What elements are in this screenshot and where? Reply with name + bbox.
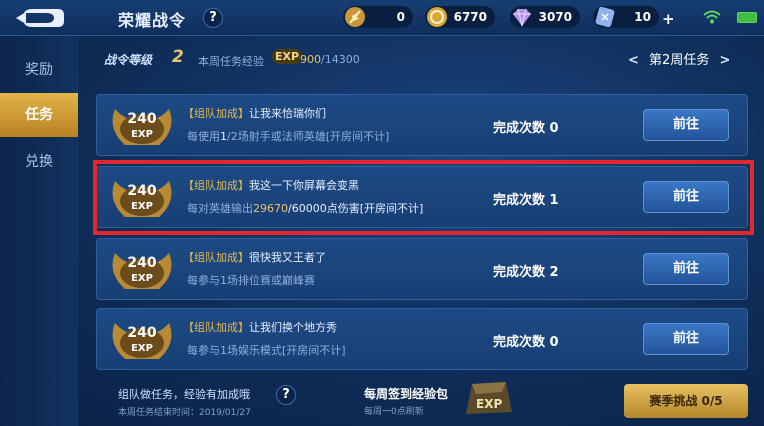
exp-pack-icon[interactable]: EXP bbox=[462, 378, 516, 420]
pass-level-label: 战令等级 bbox=[104, 53, 153, 67]
pass-level: 2 bbox=[172, 47, 184, 67]
help-icon[interactable]: ? bbox=[203, 8, 223, 28]
wifi-icon bbox=[703, 10, 721, 24]
exp-reward-badge: 240 EXP bbox=[107, 313, 177, 367]
sidebar: 奖励 任务 兑换 bbox=[0, 36, 78, 426]
gold-currency: 6770 bbox=[425, 6, 495, 28]
diamond-icon bbox=[513, 8, 531, 27]
help-icon[interactable]: ? bbox=[276, 385, 296, 405]
next-week-icon[interactable]: > bbox=[719, 53, 730, 68]
week-end-time: 本周任务结束时间：2019/01/27 bbox=[118, 408, 251, 418]
add-currency-button[interactable]: + bbox=[662, 10, 675, 28]
weekly-signin-title: 每周签到经验包 bbox=[364, 387, 449, 401]
ticket-currency: 10 bbox=[593, 6, 659, 28]
ticket-icon bbox=[595, 6, 615, 28]
task-description: 每参与1场排位赛或巅峰赛 bbox=[187, 274, 315, 287]
completion-count: 完成次数 0 bbox=[493, 121, 559, 136]
task-name: 【组队加成】很快我又王者了 bbox=[183, 251, 326, 264]
exp-reward-badge: 240 EXP bbox=[107, 243, 177, 297]
task-name: 【组队加成】让我来恰瑞你们 bbox=[183, 107, 326, 120]
sidebar-item-tasks[interactable]: 任务 bbox=[0, 93, 78, 137]
team-bonus-text: 组队做任务，经验有加成哦 bbox=[118, 388, 250, 401]
exp-reward-badge: 240 EXP bbox=[107, 99, 177, 153]
gold-coin-icon bbox=[427, 7, 447, 27]
week-label: 第2周任务 bbox=[649, 53, 710, 68]
task-description: 每使用1/2场射手或法师英雄[开房间不计] bbox=[187, 130, 390, 143]
feather-currency: 0 bbox=[343, 6, 413, 28]
task-row: 240 EXP 【组队加成】很快我又王者了 每参与1场排位赛或巅峰赛 完成次数 2… bbox=[96, 238, 748, 300]
task-row: 240 EXP 【组队加成】让我们换个地方秀 每参与1场娱乐模式[开房间不计] 完… bbox=[96, 308, 748, 370]
prev-week-icon[interactable]: < bbox=[628, 53, 639, 68]
go-button[interactable]: 前往 bbox=[643, 253, 729, 285]
completion-count: 完成次数 2 bbox=[493, 265, 559, 280]
go-button[interactable]: 前往 bbox=[643, 109, 729, 141]
week-selector: < 第2周任务 > bbox=[628, 49, 730, 68]
weekly-exp-value: 900/14300 bbox=[300, 53, 360, 66]
battery-icon bbox=[737, 12, 757, 23]
svg-text:EXP: EXP bbox=[476, 397, 502, 411]
task-row: 240 EXP 【组队加成】让我来恰瑞你们 每使用1/2场射手或法师英雄[开房间不… bbox=[96, 94, 748, 156]
task-name: 【组队加成】让我们换个地方秀 bbox=[183, 321, 337, 334]
go-button[interactable]: 前往 bbox=[643, 323, 729, 355]
sidebar-item-rewards[interactable]: 奖励 bbox=[0, 48, 78, 92]
feather-icon bbox=[345, 7, 365, 27]
highlight-box bbox=[93, 160, 754, 235]
page-title: 荣耀战令 bbox=[118, 11, 187, 30]
diamond-currency: 3070 bbox=[510, 6, 580, 28]
weekly-signin-subtitle: 每周一0点刷新 bbox=[364, 407, 424, 417]
weekly-exp-label: 本周任务经验 bbox=[198, 55, 264, 68]
completion-count: 完成次数 0 bbox=[493, 335, 559, 350]
sidebar-item-exchange[interactable]: 兑换 bbox=[0, 140, 78, 184]
season-challenge-button[interactable]: 赛季挑战 0/5 bbox=[624, 384, 748, 418]
top-bar: 荣耀战令 ? 0 6770 3070 10 + bbox=[0, 0, 764, 36]
task-description: 每参与1场娱乐模式[开房间不计] bbox=[187, 344, 346, 357]
back-icon[interactable] bbox=[10, 4, 70, 32]
exp-badge: EXP bbox=[272, 49, 303, 64]
